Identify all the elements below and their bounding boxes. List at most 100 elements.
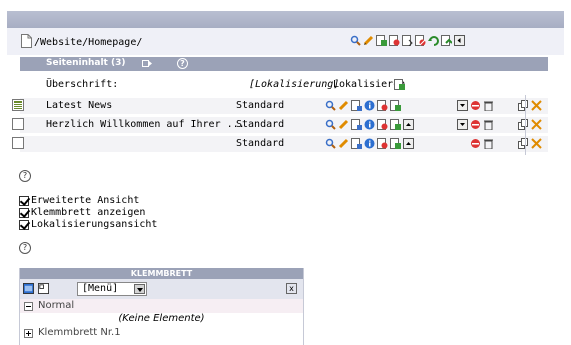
copy-icon[interactable]: [518, 138, 529, 149]
clipboard-actions: [518, 100, 542, 111]
insert-after-icon[interactable]: [351, 100, 362, 111]
row-actions: [325, 100, 401, 111]
content-row[interactable]: Latest News Standard: [12, 98, 548, 114]
page-actions: [350, 35, 465, 46]
hide-content-icon[interactable]: [470, 138, 481, 149]
page-properties-icon[interactable]: [376, 35, 387, 46]
help-icon[interactable]: ?: [19, 242, 31, 254]
search-icon[interactable]: [350, 35, 361, 46]
info-icon[interactable]: [364, 100, 375, 111]
checkbox-localization-view[interactable]: Lokalisierungsansicht: [19, 219, 157, 230]
clipboard-title: KLEMMBRETT: [20, 268, 303, 279]
insert-after-icon[interactable]: [351, 119, 362, 130]
page-icon: [21, 34, 32, 48]
clipboard-pages-icon[interactable]: [38, 283, 50, 295]
row-actions-secondary: [457, 100, 494, 111]
delete-icon[interactable]: [483, 138, 494, 149]
new-content-icon[interactable]: [390, 138, 401, 149]
section-label: Normal: [38, 300, 75, 311]
new-page-icon[interactable]: [441, 35, 452, 46]
move-up-icon[interactable]: [403, 119, 414, 130]
checkbox-box[interactable]: [19, 195, 29, 206]
content-row[interactable]: Herzlich Willkommen auf Ihrer ... Standa…: [12, 117, 548, 133]
content-row[interactable]: Standard: [12, 136, 548, 152]
hide-content-icon[interactable]: [470, 119, 481, 130]
delete-icon[interactable]: [483, 119, 494, 130]
cut-icon[interactable]: [531, 119, 542, 130]
collapse-icon[interactable]: [24, 302, 33, 311]
new-content-icon[interactable]: [390, 119, 401, 130]
content-section-header: Seiteninhalt (3) ?: [20, 57, 548, 71]
copy-icon[interactable]: [518, 119, 529, 130]
content-icon: [12, 118, 24, 130]
info-icon[interactable]: [364, 119, 375, 130]
cut-icon[interactable]: [531, 138, 542, 149]
hide-content-icon[interactable]: [470, 100, 481, 111]
clipboard-mode-select[interactable]: [Menü]: [77, 282, 147, 296]
content-type: Standard: [236, 138, 285, 149]
clipboard-entry[interactable]: Klemmbrett Nr.1: [20, 326, 303, 340]
checkbox-show-clipboard[interactable]: Klemmbrett anzeigen: [19, 207, 145, 218]
history-icon[interactable]: [377, 100, 388, 111]
move-down-icon[interactable]: [457, 100, 468, 111]
clipboard-toolbar: [Menü] x: [20, 279, 303, 299]
row-actions-secondary: [457, 119, 494, 130]
page-path: /Website/Homepage/: [34, 37, 143, 48]
help-icon[interactable]: ?: [19, 170, 31, 182]
select-value: [Menü]: [82, 283, 119, 294]
expand-icon[interactable]: [24, 329, 33, 338]
move-up-icon[interactable]: [403, 138, 414, 149]
content-type: Standard: [236, 119, 285, 130]
close-icon[interactable]: x: [286, 283, 297, 294]
clipboard-empty-text: (Keine Elemente): [20, 313, 303, 326]
checkbox-label: Klemmbrett anzeigen: [31, 207, 146, 218]
history-icon[interactable]: [377, 138, 388, 149]
clipboard-normal-section[interactable]: Normal: [20, 299, 303, 313]
clipboard-actions: [518, 119, 542, 130]
checkbox-label: Lokalisierungsansicht: [31, 219, 158, 230]
content-icon: [12, 137, 24, 149]
heading-row: Überschrift: [Lokalisierung] Lokalisiere…: [20, 77, 548, 93]
info-icon[interactable]: [364, 138, 375, 149]
row-actions: [325, 138, 414, 149]
chevron-down-icon[interactable]: [134, 284, 145, 294]
search-icon[interactable]: [325, 100, 336, 111]
edit-pencil-icon[interactable]: [363, 35, 374, 46]
new-content-icon[interactable]: [390, 100, 401, 111]
move-down-icon[interactable]: [457, 119, 468, 130]
delete-icon[interactable]: [483, 100, 494, 111]
search-icon[interactable]: [325, 138, 336, 149]
content-title[interactable]: Herzlich Willkommen auf Ihrer ...: [46, 119, 245, 130]
edit-pencil-icon[interactable]: [338, 138, 349, 149]
insert-after-icon[interactable]: [351, 138, 362, 149]
move-page-icon[interactable]: [402, 35, 413, 46]
checkbox-extended-view[interactable]: Erweiterte Ansicht: [19, 195, 139, 206]
refresh-icon[interactable]: [428, 35, 439, 46]
entry-label: Klemmbrett Nr.1: [38, 327, 121, 338]
edit-pencil-icon[interactable]: [338, 119, 349, 130]
path-bar: /Website/Homepage/: [7, 28, 564, 55]
delete-page-icon[interactable]: [389, 35, 400, 46]
search-icon[interactable]: [325, 119, 336, 130]
cut-icon[interactable]: [531, 100, 542, 111]
localize-icon[interactable]: [394, 79, 405, 90]
expand-icon[interactable]: [142, 58, 153, 72]
checkbox-box[interactable]: [19, 207, 29, 218]
checkbox-box[interactable]: [19, 219, 29, 230]
copy-icon[interactable]: [518, 100, 529, 111]
checkbox-label: Erweiterte Ansicht: [31, 195, 140, 206]
row-actions-secondary: [470, 138, 494, 149]
column-divider: [525, 95, 526, 155]
hide-page-icon[interactable]: [415, 35, 426, 46]
back-arrow-icon[interactable]: [454, 35, 465, 46]
help-icon[interactable]: ?: [177, 58, 188, 69]
content-title[interactable]: Latest News: [46, 100, 112, 111]
clipboard-view-icon[interactable]: [23, 283, 35, 295]
row-actions: [325, 119, 414, 130]
heading-label: Überschrift:: [46, 79, 119, 90]
clipboard-actions: [518, 138, 542, 149]
content-type: Standard: [236, 100, 285, 111]
localization-tag: [Lokalisierung]: [249, 79, 340, 90]
history-icon[interactable]: [377, 119, 388, 130]
edit-pencil-icon[interactable]: [338, 100, 349, 111]
